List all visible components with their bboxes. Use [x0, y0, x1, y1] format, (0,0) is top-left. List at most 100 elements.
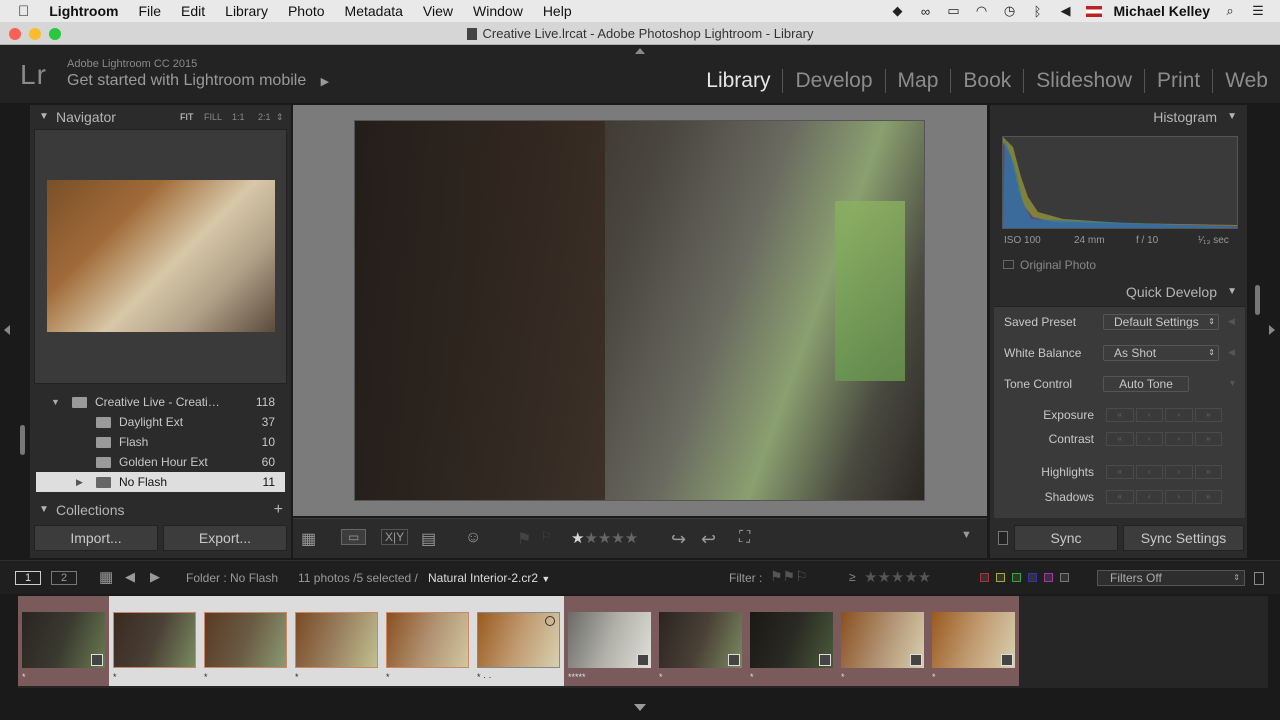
- menu-view[interactable]: View: [413, 3, 463, 19]
- compare-view-icon[interactable]: X|Y: [381, 529, 409, 545]
- display-2-button[interactable]: 2: [51, 571, 77, 585]
- film-thumb[interactable]: *: [746, 596, 837, 686]
- left-panel-scrollbar[interactable]: [20, 425, 25, 455]
- sync-toggle-icon[interactable]: [998, 531, 1008, 545]
- folder-row-no-flash[interactable]: ▶ No Flash 11: [36, 472, 285, 492]
- menu-metadata[interactable]: Metadata: [335, 3, 413, 19]
- time-machine-icon[interactable]: ◷: [1002, 3, 1018, 18]
- filter-preset-select[interactable]: Filters Off ⇕: [1097, 570, 1245, 586]
- navigator-collapse-icon[interactable]: ▼: [39, 105, 49, 129]
- user-name[interactable]: Michael Kelley: [1114, 3, 1211, 19]
- menu-file[interactable]: File: [128, 3, 171, 19]
- folder-row-daylight-ext[interactable]: Daylight Ext 37: [36, 412, 285, 432]
- dropbox-icon[interactable]: ◆: [890, 3, 906, 18]
- loupe-view-icon[interactable]: ▭: [341, 529, 367, 545]
- folder-row-parent[interactable]: ▼ Creative Live - Creati… 118: [36, 392, 285, 412]
- folder-row-golden-hour-ext[interactable]: Golden Hour Ext 60: [36, 452, 285, 472]
- star-1[interactable]: ★: [571, 530, 584, 547]
- rating-filter-stars[interactable]: ★★★★★: [864, 568, 931, 586]
- film-thumb[interactable]: *****: [564, 596, 655, 686]
- module-map[interactable]: Map: [884, 69, 951, 93]
- quick-develop-header[interactable]: Quick Develop ▼: [990, 280, 1247, 304]
- filmstrip-toggle-icon[interactable]: [634, 704, 646, 711]
- module-book[interactable]: Book: [950, 69, 1023, 93]
- export-button[interactable]: Export...: [163, 525, 287, 551]
- zoom-1to1[interactable]: 1:1: [232, 105, 245, 129]
- histogram-collapse-icon[interactable]: ▼: [1227, 105, 1237, 129]
- color-filter-yellow[interactable]: [996, 573, 1005, 582]
- rotate-left-icon[interactable]: ↪: [671, 529, 686, 550]
- auto-tone-button[interactable]: Auto Tone: [1103, 376, 1189, 392]
- notification-center-icon[interactable]: ☰: [1250, 3, 1266, 18]
- color-filter-red[interactable]: [980, 573, 989, 582]
- grid-view-icon[interactable]: ▦: [301, 529, 316, 549]
- lightroom-mobile-link[interactable]: Get started with Lightroom mobile ▶: [67, 72, 329, 90]
- thumb-select-circle-icon[interactable]: [545, 616, 555, 626]
- flag-icon[interactable]: [1085, 5, 1102, 17]
- histogram-header[interactable]: Histogram ▼: [990, 105, 1247, 129]
- module-develop[interactable]: Develop: [782, 69, 884, 93]
- creative-cloud-icon[interactable]: ∞: [918, 4, 934, 19]
- quick-develop-collapse-icon[interactable]: ▼: [1227, 280, 1237, 304]
- module-slideshow[interactable]: Slideshow: [1023, 69, 1144, 93]
- add-collection-icon[interactable]: +: [274, 498, 283, 522]
- collections-header[interactable]: ▼ Collections +: [30, 498, 291, 522]
- flag-filter-icons[interactable]: ⚑⚑⚐: [770, 568, 808, 585]
- navigator-preview[interactable]: [34, 129, 287, 384]
- close-button[interactable]: [9, 28, 21, 40]
- exposure-stepper[interactable]: «‹ ›»: [1106, 408, 1222, 422]
- original-photo-checkbox[interactable]: [1003, 260, 1014, 269]
- airplay-icon[interactable]: ▭: [946, 3, 962, 18]
- highlights-stepper[interactable]: «‹ ›»: [1106, 465, 1222, 479]
- forward-arrow-icon[interactable]: ▶: [150, 569, 160, 585]
- white-balance-arrow-icon[interactable]: ◀: [1228, 347, 1235, 358]
- minimize-button[interactable]: [29, 28, 41, 40]
- left-panel-toggle-icon[interactable]: [4, 325, 10, 335]
- saved-preset-select[interactable]: Default Settings ⇕: [1103, 314, 1219, 330]
- volume-icon[interactable]: ◀: [1058, 3, 1074, 18]
- display-1-button[interactable]: 1: [15, 571, 41, 585]
- rotate-right-icon[interactable]: ↩: [701, 529, 716, 550]
- star-rating[interactable]: ★★★★★: [571, 529, 638, 547]
- folder-source[interactable]: Folder : No Flash: [186, 571, 278, 585]
- flag-pick-icon[interactable]: ⚑: [517, 529, 531, 549]
- module-web[interactable]: Web: [1212, 69, 1280, 93]
- film-thumb[interactable]: *: [837, 596, 928, 686]
- menu-help[interactable]: Help: [533, 3, 582, 19]
- zoom-stepper-icon[interactable]: ⇕: [276, 105, 284, 129]
- import-button[interactable]: Import...: [34, 525, 158, 551]
- search-icon[interactable]: ⌕: [1222, 3, 1238, 18]
- expand-icon[interactable]: ▼: [51, 392, 60, 412]
- histogram-chart[interactable]: [1002, 136, 1238, 229]
- zoom-button[interactable]: [49, 28, 61, 40]
- film-thumb[interactable]: *: [655, 596, 746, 686]
- crop-overlay-icon[interactable]: ⛶: [739, 529, 750, 547]
- apple-menu-icon[interactable]: : [0, 3, 39, 20]
- color-filter-none[interactable]: [1060, 573, 1069, 582]
- main-photo[interactable]: [355, 121, 924, 500]
- film-thumb[interactable]: *: [200, 596, 291, 686]
- zoom-fit[interactable]: FIT: [180, 105, 194, 129]
- white-balance-select[interactable]: As Shot ⇕: [1103, 345, 1219, 361]
- menu-photo[interactable]: Photo: [278, 3, 335, 19]
- collections-collapse-icon[interactable]: ▼: [39, 498, 49, 522]
- film-thumb[interactable]: *: [928, 596, 1019, 686]
- navigator-image[interactable]: [47, 180, 275, 332]
- contrast-stepper[interactable]: «‹ ›»: [1106, 432, 1222, 446]
- film-thumb[interactable]: *: [291, 596, 382, 686]
- app-menu[interactable]: Lightroom: [39, 3, 128, 19]
- wifi-icon[interactable]: ◠: [974, 3, 990, 18]
- film-thumb[interactable]: *: [109, 596, 200, 686]
- zoom-2to1[interactable]: 2:1: [258, 105, 271, 129]
- saved-preset-arrow-icon[interactable]: ◀: [1228, 316, 1235, 327]
- right-panel-toggle-icon[interactable]: [1269, 325, 1275, 335]
- expand-icon[interactable]: ▶: [76, 472, 83, 492]
- right-panel-scrollbar[interactable]: [1255, 285, 1260, 315]
- menu-library[interactable]: Library: [215, 3, 278, 19]
- folder-row-flash[interactable]: Flash 10: [36, 432, 285, 452]
- module-print[interactable]: Print: [1144, 69, 1212, 93]
- color-filter-blue[interactable]: [1028, 573, 1037, 582]
- flag-reject-icon[interactable]: ⚐: [541, 529, 552, 543]
- top-panel-toggle-icon[interactable]: [635, 48, 645, 54]
- grid-icon[interactable]: ▦: [99, 568, 113, 586]
